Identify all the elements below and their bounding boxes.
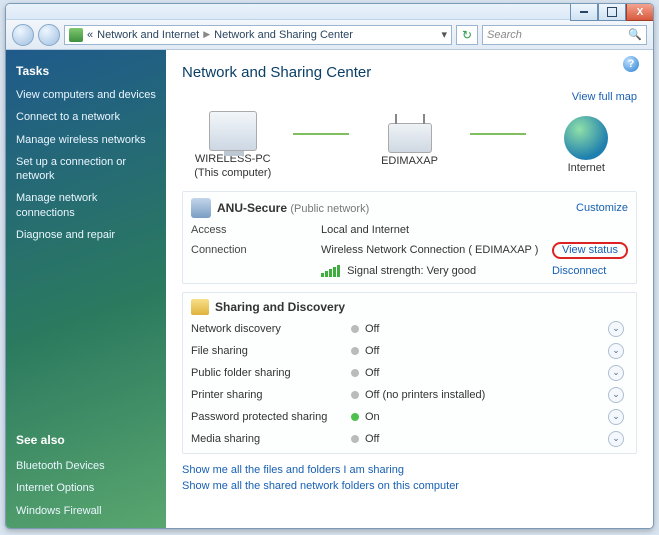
sidebar-item-manage-connections[interactable]: Manage network connections <box>16 191 156 220</box>
expand-button[interactable]: ⌄ <box>608 321 624 337</box>
node-internet-name: Internet <box>568 162 605 176</box>
expand-button[interactable]: ⌄ <box>608 431 624 447</box>
close-button[interactable]: X <box>626 3 654 21</box>
sidebar-item-windows-firewall[interactable]: Windows Firewall <box>16 504 156 518</box>
sharing-row-value: Off (no printers installed) <box>365 389 608 401</box>
connection-value: Wireless Network Connection ( EDIMAXAP ) <box>321 244 552 256</box>
sharing-row-label: Printer sharing <box>191 389 351 401</box>
tasks-sidebar: Tasks View computers and devices Connect… <box>6 50 166 528</box>
signal-label: Signal strength: <box>347 265 423 277</box>
view-status-link[interactable]: View status <box>562 244 618 256</box>
sharing-row-label: Media sharing <box>191 433 351 445</box>
access-label: Access <box>191 224 321 236</box>
sidebar-item-diagnose[interactable]: Diagnose and repair <box>16 228 156 242</box>
expand-button[interactable]: ⌄ <box>608 343 624 359</box>
access-value: Local and Internet <box>321 224 552 236</box>
show-files-link[interactable]: Show me all the files and folders I am s… <box>182 462 637 479</box>
connection-line-icon <box>293 133 348 135</box>
expand-button[interactable]: ⌄ <box>608 409 624 425</box>
connection-line-icon <box>470 133 525 135</box>
sidebar-item-view-computers[interactable]: View computers and devices <box>16 88 156 102</box>
search-placeholder: Search <box>487 29 522 41</box>
sidebar-item-internet-options[interactable]: Internet Options <box>16 481 156 495</box>
view-full-map-link[interactable]: View full map <box>572 91 637 103</box>
sidebar-item-setup-connection[interactable]: Set up a connection or network <box>16 155 156 184</box>
signal-value: Very good <box>427 265 477 277</box>
network-category: (Public network) <box>290 203 369 215</box>
status-dot-icon <box>351 369 359 377</box>
node-computer-sub: (This computer) <box>194 167 271 179</box>
sidebar-item-manage-wireless[interactable]: Manage wireless networks <box>16 133 156 147</box>
breadcrumb-part2[interactable]: Network and Sharing Center <box>214 29 353 41</box>
sharing-row-value: On <box>365 411 608 423</box>
sharing-row-label: Network discovery <box>191 323 351 335</box>
node-ap-name: EDIMAXAP <box>381 155 438 169</box>
chevron-down-icon[interactable]: ▾ <box>441 28 447 41</box>
sharing-row-label: Public folder sharing <box>191 367 351 379</box>
maximize-button[interactable] <box>598 3 626 21</box>
sharing-icon <box>191 299 209 315</box>
status-dot-icon <box>351 325 359 333</box>
network-map: WIRELESS-PC (This computer) EDIMAXAP Int… <box>182 111 637 181</box>
network-name: ANU-Secure <box>217 201 287 215</box>
address-bar[interactable]: « Network and Internet ▶ Network and Sha… <box>64 25 452 45</box>
sidebar-item-connect[interactable]: Connect to a network <box>16 110 156 124</box>
signal-strength-icon <box>321 265 340 277</box>
sharing-header: Sharing and Discovery <box>215 300 345 314</box>
refresh-button[interactable]: ↻ <box>456 25 478 45</box>
access-point-icon <box>388 123 432 153</box>
control-panel-icon <box>69 28 83 42</box>
show-shared-folders-link[interactable]: Show me all the shared network folders o… <box>182 478 637 495</box>
back-button[interactable] <box>12 24 34 46</box>
sidebar-tasks-header: Tasks <box>16 64 156 78</box>
chevron-right-icon: ▶ <box>203 29 210 40</box>
sharing-row-value: Off <box>365 323 608 335</box>
sidebar-seealso-header: See also <box>16 433 156 447</box>
expand-button[interactable]: ⌄ <box>608 387 624 403</box>
sharing-section: Sharing and Discovery Network discovery O… <box>182 292 637 454</box>
breadcrumb-prefix: « <box>87 29 93 41</box>
expand-button[interactable]: ⌄ <box>608 365 624 381</box>
status-dot-icon <box>351 435 359 443</box>
search-input[interactable]: Search 🔍 <box>482 25 647 45</box>
network-type-icon <box>191 198 211 218</box>
status-dot-icon <box>351 413 359 421</box>
minimize-button[interactable] <box>570 3 598 21</box>
sharing-row-value: Off <box>365 367 608 379</box>
sidebar-item-bluetooth[interactable]: Bluetooth Devices <box>16 459 156 473</box>
status-dot-icon <box>351 347 359 355</box>
search-icon: 🔍 <box>628 28 642 41</box>
sharing-row-label: Password protected sharing <box>191 411 351 423</box>
network-section: ANU-Secure (Public network) Customize Ac… <box>182 191 637 284</box>
breadcrumb-part1[interactable]: Network and Internet <box>97 29 199 41</box>
sharing-row-value: Off <box>365 433 608 445</box>
computer-icon <box>209 111 257 151</box>
disconnect-link[interactable]: Disconnect <box>552 265 606 277</box>
help-icon[interactable]: ? <box>623 56 639 72</box>
forward-button[interactable] <box>38 24 60 46</box>
sharing-row-value: Off <box>365 345 608 357</box>
page-title: Network and Sharing Center <box>182 64 637 81</box>
status-dot-icon <box>351 391 359 399</box>
sharing-row-label: File sharing <box>191 345 351 357</box>
globe-icon <box>564 116 608 160</box>
connection-label: Connection <box>191 244 321 256</box>
customize-link[interactable]: Customize <box>576 202 628 214</box>
